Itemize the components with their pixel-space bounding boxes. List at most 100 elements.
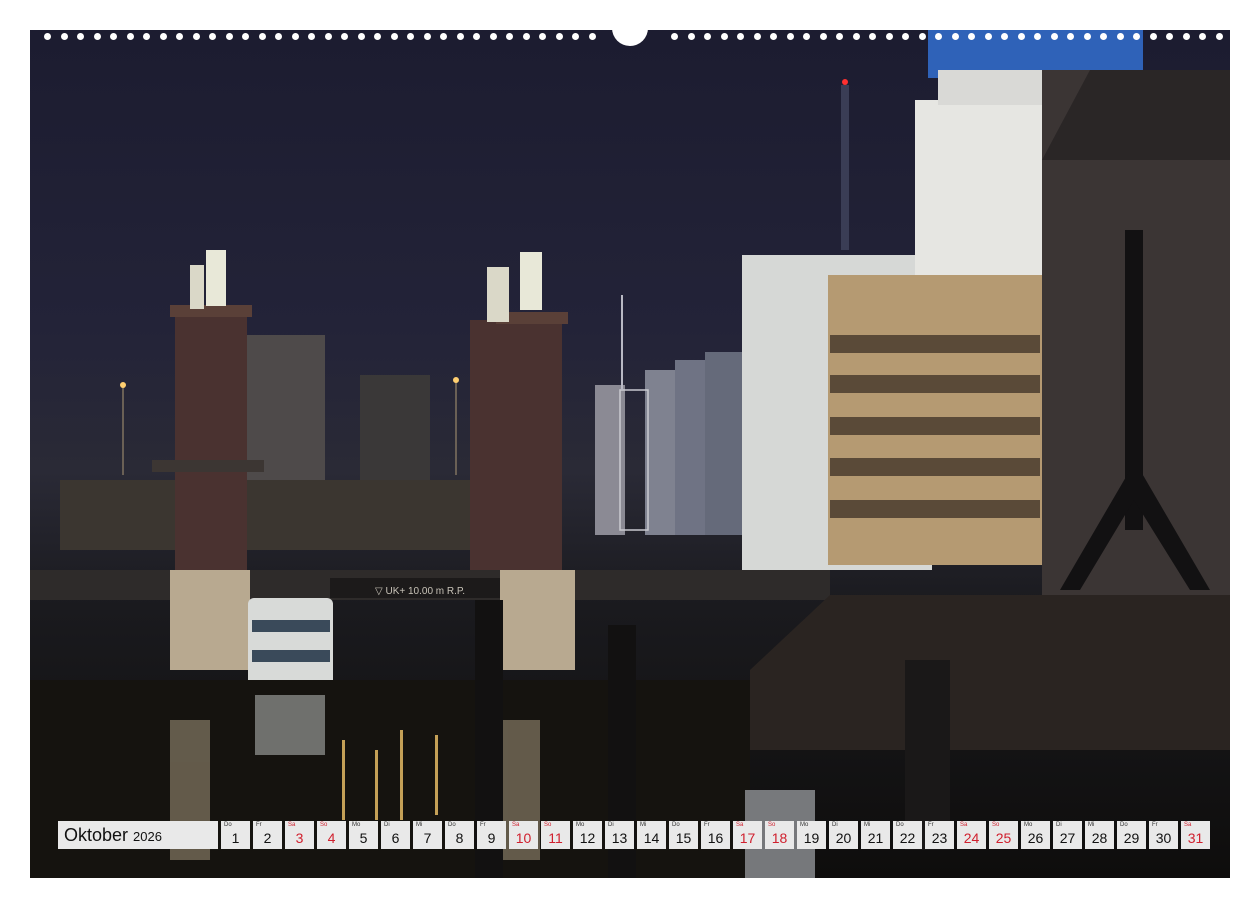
quay-wall xyxy=(750,595,1230,750)
day-number: 16 xyxy=(707,830,724,846)
day-number: 29 xyxy=(1123,830,1140,846)
weekday-abbrev: Di xyxy=(608,822,614,828)
day-cell: Sa 17 xyxy=(733,821,762,849)
weekday-abbrev: Mo xyxy=(576,822,585,828)
day-number: 31 xyxy=(1187,830,1204,846)
mid-building xyxy=(645,370,675,535)
day-cell: Fr 30 xyxy=(1149,821,1178,849)
white-tower xyxy=(915,100,1055,285)
day-cell: Mo 5 xyxy=(349,821,378,849)
day-number: 5 xyxy=(359,830,368,846)
day-number: 28 xyxy=(1091,830,1108,846)
day-cell: Fr 2 xyxy=(253,821,282,849)
day-number: 30 xyxy=(1155,830,1172,846)
day-cell: So 25 xyxy=(989,821,1018,849)
day-cell: So 4 xyxy=(317,821,346,849)
calendar-strip: Oktober 2026 Do 1 Fr 2 Sa 3 So 4 Mo 5 Di 6 Mi 7 Do 8 Fr 9… xyxy=(58,821,1210,849)
bridge-sign-text: ▽ UK+ 10.00 m R.P. xyxy=(375,586,465,597)
day-number: 11 xyxy=(548,830,563,846)
street-light xyxy=(453,377,459,383)
day-number: 24 xyxy=(963,830,980,846)
weekday-abbrev: Do xyxy=(224,822,232,828)
day-cell: Mo 12 xyxy=(573,821,602,849)
weekday-abbrev: Fr xyxy=(704,822,710,828)
weekday-abbrev: Di xyxy=(832,822,838,828)
day-number: 9 xyxy=(487,830,496,846)
day-number: 8 xyxy=(455,830,464,846)
far-embankment xyxy=(60,480,530,550)
aviation-light xyxy=(842,79,848,85)
month-label: Oktober 2026 xyxy=(58,821,218,849)
day-cell: Di 27 xyxy=(1053,821,1082,849)
tower-lantern xyxy=(520,252,542,310)
day-cell: Di 6 xyxy=(381,821,410,849)
weekday-abbrev: Fr xyxy=(1152,822,1158,828)
weekday-abbrev: Fr xyxy=(480,822,486,828)
lift-bridge-tower-right xyxy=(470,320,562,570)
weekday-abbrev: So xyxy=(992,822,1000,828)
day-number: 21 xyxy=(867,830,884,846)
night-harbor-photo: ▽ UK+ 10.00 m R.P. xyxy=(30,30,1230,878)
day-cell: Do 1 xyxy=(221,821,250,849)
lift-bridge-tower-left xyxy=(175,310,247,570)
weekday-abbrev: Mi xyxy=(416,822,423,828)
weekday-abbrev: Sa xyxy=(736,822,744,828)
photo-scene: ▽ UK+ 10.00 m R.P. xyxy=(30,30,1230,878)
day-number: 2 xyxy=(263,830,272,846)
weekday-abbrev: Sa xyxy=(288,822,296,828)
weekday-abbrev: Mo xyxy=(352,822,361,828)
mid-building xyxy=(675,360,705,535)
weekday-abbrev: Mo xyxy=(1024,822,1033,828)
day-number: 26 xyxy=(1027,830,1044,846)
weekday-abbrev: Sa xyxy=(1184,822,1192,828)
weekday-abbrev: Mi xyxy=(1088,822,1095,828)
weekday-abbrev: Mi xyxy=(864,822,871,828)
weekday-abbrev: Mi xyxy=(640,822,647,828)
mid-building xyxy=(705,352,745,535)
day-number: 22 xyxy=(899,830,916,846)
day-cell: Sa 24 xyxy=(957,821,986,849)
day-number: 4 xyxy=(327,830,336,846)
weekday-abbrev: Di xyxy=(1056,822,1062,828)
weekday-abbrev: Do xyxy=(896,822,904,828)
weekday-abbrev: Do xyxy=(672,822,680,828)
month-name: Oktober xyxy=(64,824,129,845)
day-cell: Do 15 xyxy=(669,821,698,849)
weekday-abbrev: Mo xyxy=(800,822,809,828)
day-cell: Mo 19 xyxy=(797,821,826,849)
day-cell: Sa 10 xyxy=(509,821,538,849)
day-number: 6 xyxy=(391,830,400,846)
weekday-abbrev: So xyxy=(768,822,776,828)
day-number: 7 xyxy=(423,830,432,846)
day-cell: Fr 16 xyxy=(701,821,730,849)
day-cell: Mi 21 xyxy=(861,821,890,849)
bridge-pier-left xyxy=(170,570,250,670)
day-cell: So 11 xyxy=(541,821,570,849)
weekday-abbrev: So xyxy=(320,822,328,828)
day-cell: Sa 3 xyxy=(285,821,314,849)
day-number: 1 xyxy=(231,830,240,846)
day-cell: Mi 14 xyxy=(637,821,666,849)
tower-lantern xyxy=(206,250,226,306)
day-cell: Di 13 xyxy=(605,821,634,849)
day-number: 3 xyxy=(295,830,304,846)
day-number: 12 xyxy=(579,830,596,846)
weekday-abbrev: Do xyxy=(1120,822,1128,828)
day-number: 14 xyxy=(643,830,660,846)
weekday-abbrev: So xyxy=(544,822,552,828)
passenger-boat xyxy=(248,598,333,688)
day-cell: Fr 9 xyxy=(477,821,506,849)
day-number: 19 xyxy=(803,830,820,846)
day-cell: Mo 26 xyxy=(1021,821,1050,849)
silo-building xyxy=(245,335,325,480)
warehouse-building xyxy=(360,375,430,480)
street-light xyxy=(120,382,126,388)
calendar-page: ▽ UK+ 10.00 m R.P. Oktober 2026 Do 1 Fr … xyxy=(0,0,1260,908)
day-cell: Sa 31 xyxy=(1181,821,1210,849)
day-cell: Di 20 xyxy=(829,821,858,849)
day-cell: Fr 23 xyxy=(925,821,954,849)
day-cell: Do 8 xyxy=(445,821,474,849)
day-cell: Do 22 xyxy=(893,821,922,849)
bridge-pier-right xyxy=(500,570,575,670)
day-number: 25 xyxy=(995,830,1012,846)
